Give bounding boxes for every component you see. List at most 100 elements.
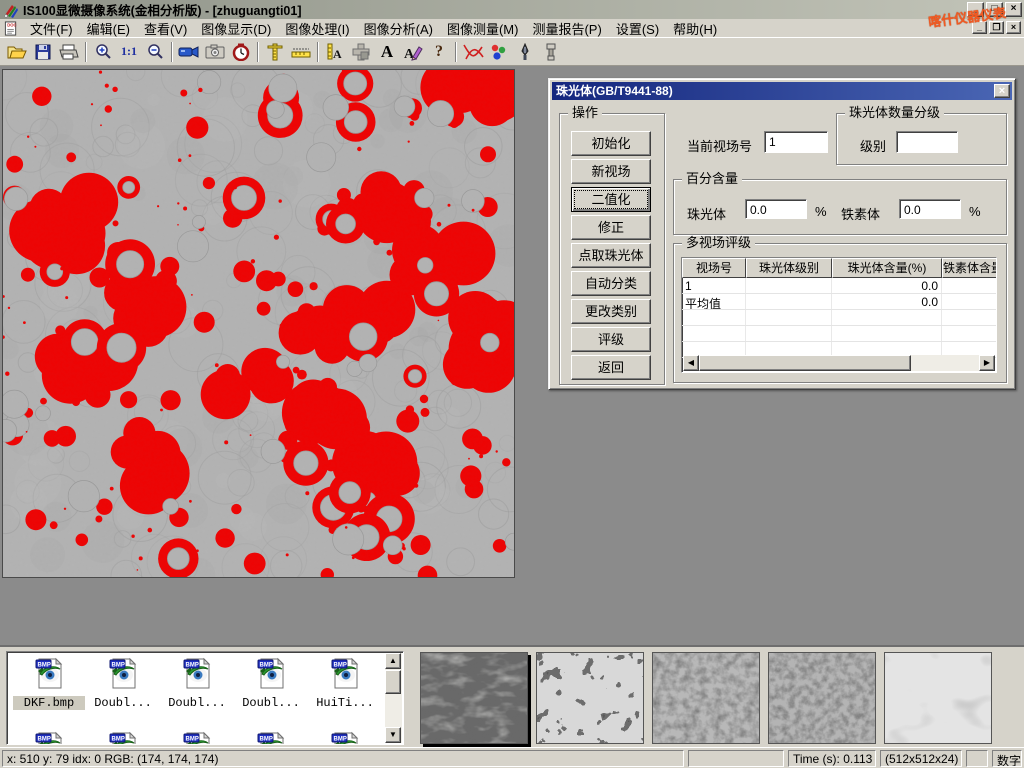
table-row-empty: [682, 326, 996, 342]
thumbnail-2[interactable]: [536, 652, 644, 744]
maximize-button[interactable]: □: [986, 2, 1003, 17]
scroll-down-arrow[interactable]: ▼: [385, 727, 401, 743]
table-row[interactable]: 平均值 0.0: [682, 294, 996, 310]
save-button[interactable]: [30, 40, 56, 64]
thumbnail-4[interactable]: [768, 652, 876, 744]
thumbnail-5[interactable]: [884, 652, 992, 744]
menu-item-image-measure[interactable]: 图像测量(M): [440, 18, 526, 39]
level-input[interactable]: [896, 131, 958, 153]
brush-button[interactable]: [538, 40, 564, 64]
menu-item-view[interactable]: 查看(V): [137, 18, 194, 39]
multiview-table[interactable]: 视场号 珠光体级别 珠光体含量(%) 铁素体含量(%) 1 0.0 平均值 0.…: [681, 257, 997, 373]
file-item-doubl2[interactable]: Doubl...: [161, 656, 233, 710]
change-class-button[interactable]: 更改类别: [571, 299, 651, 324]
mdi-close-button[interactable]: ×: [1006, 21, 1021, 34]
help-button[interactable]: ?: [426, 40, 452, 64]
scroll-right-arrow[interactable]: ▶: [979, 355, 995, 371]
col-pearlite-level[interactable]: 珠光体级别: [746, 258, 832, 278]
pearlite-percent-input[interactable]: 0.0: [745, 199, 807, 219]
pick-pearlite-button[interactable]: 点取珠光体: [571, 243, 651, 268]
pen-button[interactable]: [512, 40, 538, 64]
menu-item-image-display[interactable]: 图像显示(D): [194, 18, 278, 39]
menu-item-image-process[interactable]: 图像处理(I): [278, 18, 356, 39]
auto-classify-button[interactable]: 自动分类: [571, 271, 651, 296]
toolbar-separator: [171, 42, 173, 62]
scrollbar-thumb[interactable]: [385, 670, 401, 694]
file-item-row2[interactable]: [309, 730, 381, 745]
video-camera-button[interactable]: [176, 40, 202, 64]
binarize-button[interactable]: 二值化: [571, 187, 651, 212]
close-button[interactable]: ×: [1005, 2, 1022, 17]
ruler-button[interactable]: [288, 40, 314, 64]
file-item-doubl1[interactable]: Doubl...: [87, 656, 159, 710]
current-view-input[interactable]: 1: [764, 131, 828, 153]
menu-item-file[interactable]: 文件(F): [23, 18, 80, 39]
menu-item-image-analysis[interactable]: 图像分析(A): [357, 18, 440, 39]
open-button[interactable]: [4, 40, 30, 64]
grade-button[interactable]: 评级: [571, 327, 651, 352]
return-button[interactable]: 返回: [571, 355, 651, 380]
horizontal-ruler-icon: [291, 46, 311, 58]
table-row[interactable]: 1 0.0: [682, 278, 996, 294]
init-button[interactable]: 初始化: [571, 131, 651, 156]
file-item-row2[interactable]: [13, 730, 85, 745]
scroll-left-arrow[interactable]: ◀: [683, 355, 699, 371]
annotate-button[interactable]: A: [400, 40, 426, 64]
camera-button[interactable]: [202, 40, 228, 64]
table-horizontal-scrollbar[interactable]: ◀ ▶: [683, 355, 995, 371]
dialog-title-bar[interactable]: 珠光体(GB/T9441-88) ×: [552, 82, 1012, 100]
file-item-doubl3[interactable]: Doubl...: [235, 656, 307, 710]
file-item-row2[interactable]: [161, 730, 233, 745]
timer-button[interactable]: [228, 40, 254, 64]
file-item-huiti[interactable]: HuiTi...: [309, 656, 381, 710]
file-item-row2[interactable]: [235, 730, 307, 745]
print-button[interactable]: [56, 40, 82, 64]
text-button[interactable]: A: [374, 40, 400, 64]
correct-button[interactable]: 修正: [571, 215, 651, 240]
file-list-scrollbar[interactable]: ▲ ▼: [385, 653, 402, 743]
scroll-up-arrow[interactable]: ▲: [385, 653, 401, 669]
document-icon[interactable]: DOC: [3, 21, 19, 36]
new-field-button[interactable]: 新视场: [571, 159, 651, 184]
menu-item-measure-report[interactable]: 测量报告(P): [525, 18, 608, 39]
toolbar: 1:1: [0, 38, 1024, 66]
metallographic-image[interactable]: [2, 69, 515, 578]
zoom-out-icon: [146, 43, 164, 61]
zoom-out-button[interactable]: [142, 40, 168, 64]
col-pearlite-content[interactable]: 珠光体含量(%): [832, 258, 942, 278]
bmp-file-icon: [182, 730, 212, 745]
actual-size-button[interactable]: 1:1: [116, 40, 142, 64]
minimize-button[interactable]: _: [967, 2, 984, 17]
menu-item-help[interactable]: 帮助(H): [666, 18, 724, 39]
menu-item-settings[interactable]: 设置(S): [609, 18, 666, 39]
status-time: Time (s): 0.113: [788, 750, 876, 767]
curve-tool-button[interactable]: [460, 40, 486, 64]
file-list[interactable]: DKF.bmp Doubl... Doubl... Doubl... HuiTi…: [6, 651, 404, 745]
measure-text-button[interactable]: A: [322, 40, 348, 64]
thumbnail-1[interactable]: [420, 652, 528, 744]
mdi-restore-button[interactable]: ❐: [989, 21, 1004, 34]
scrollbar-thumb[interactable]: [699, 355, 911, 371]
file-item-dkf[interactable]: DKF.bmp: [13, 656, 85, 710]
ferrite-percent-input[interactable]: 0.0: [899, 199, 961, 219]
thumbnail-3[interactable]: [652, 652, 760, 744]
cell-pearlite-content: 0.0: [832, 294, 942, 309]
caliper-button[interactable]: [262, 40, 288, 64]
cursor-info: x: 510 y: 79 idx: 0 RGB: (174, 174, 174): [2, 750, 684, 767]
zoom-in-button[interactable]: [90, 40, 116, 64]
classify-button[interactable]: [486, 40, 512, 64]
file-item-row2[interactable]: [87, 730, 159, 745]
bmp-file-icon: [108, 656, 138, 690]
merge-button[interactable]: [348, 40, 374, 64]
edit-text-icon: A: [403, 43, 423, 61]
cell-pearlite-level: [746, 294, 832, 309]
app-logo-icon: [3, 2, 19, 18]
col-view-number[interactable]: 视场号: [682, 258, 746, 278]
dialog-close-button[interactable]: ×: [994, 84, 1010, 98]
actual-size-label: 1:1: [121, 44, 137, 59]
svg-text:A: A: [333, 47, 342, 61]
pearlite-dialog: 珠光体(GB/T9441-88) × 操作 初始化 新视场 二值化 修正 点取珠…: [548, 78, 1016, 390]
menu-item-edit[interactable]: 编辑(E): [80, 18, 137, 39]
col-ferrite-content[interactable]: 铁素体含量(%): [942, 258, 997, 278]
mdi-minimize-button[interactable]: _: [972, 21, 987, 34]
